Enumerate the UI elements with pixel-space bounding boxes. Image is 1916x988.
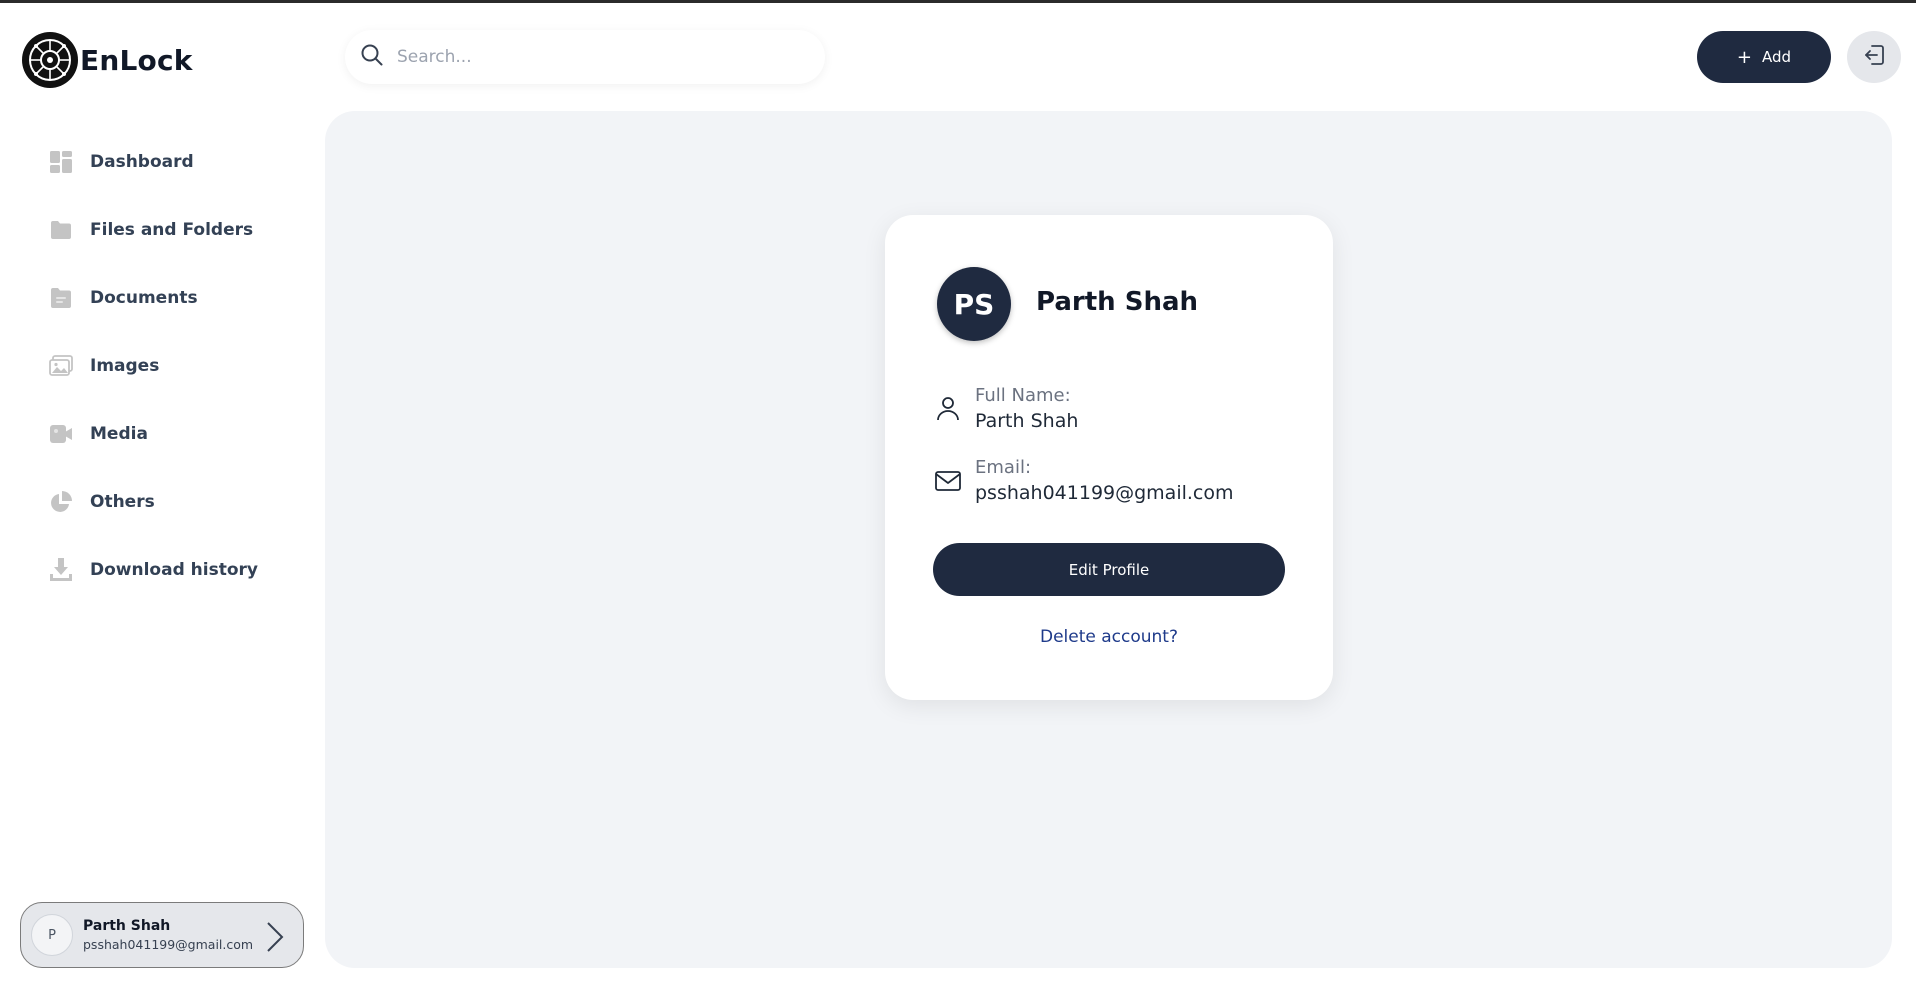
folder-icon (48, 217, 74, 243)
email-info: Email: psshah041199@gmail.com (975, 457, 1234, 504)
sidebar-item-label: Files and Folders (90, 220, 254, 240)
user-profile-card[interactable]: P Parth Shah psshah041199@gmail.com (20, 902, 304, 968)
full-name-row: Full Name: Parth Shah (933, 385, 1078, 432)
sidebar-item-label: Media (90, 424, 148, 444)
user-icon (933, 394, 963, 424)
search-icon (361, 44, 383, 70)
brand[interactable]: EnLock (22, 32, 193, 88)
chevron-right-icon (265, 921, 285, 957)
main-content: PS Parth Shah Full Name: Parth Shah Emai… (325, 111, 1892, 968)
search-input[interactable] (397, 47, 777, 67)
full-name-value: Parth Shah (975, 410, 1079, 432)
sidebar: EnLock Dashboard Files and Folders Docum… (0, 0, 325, 988)
edit-profile-button[interactable]: Edit Profile (933, 543, 1285, 596)
sidebar-item-label: Images (90, 356, 160, 376)
delete-account-link[interactable]: Delete account? (885, 627, 1333, 647)
sidebar-item-dashboard[interactable]: Dashboard (48, 128, 308, 196)
email-row: Email: psshah041199@gmail.com (933, 457, 1234, 504)
user-email: psshah041199@gmail.com (83, 937, 254, 952)
search-bar (345, 30, 825, 84)
sidebar-item-download-history[interactable]: Download history (48, 536, 308, 604)
brand-name: EnLock (80, 43, 193, 77)
full-name-label: Full Name: (975, 385, 1071, 406)
image-icon (48, 353, 74, 379)
sidebar-nav: Dashboard Files and Folders Documents Im… (48, 128, 308, 604)
plus-icon: + (1736, 46, 1753, 68)
document-icon (48, 285, 74, 311)
profile-card: PS Parth Shah Full Name: Parth Shah Emai… (885, 215, 1333, 700)
logout-icon (1863, 44, 1885, 70)
user-info: Parth Shah psshah041199@gmail.com (83, 918, 253, 952)
video-icon (48, 421, 74, 447)
user-name: Parth Shah (83, 918, 171, 934)
profile-avatar: PS (937, 267, 1011, 341)
email-value: psshah041199@gmail.com (975, 482, 1234, 504)
mail-icon (933, 466, 963, 496)
pie-chart-icon (48, 489, 74, 515)
sidebar-item-media[interactable]: Media (48, 400, 308, 468)
dashboard-icon (48, 149, 74, 175)
email-label: Email: (975, 457, 1032, 478)
logout-button[interactable] (1847, 31, 1901, 83)
add-button-label: Add (1762, 48, 1792, 66)
sidebar-item-label: Dashboard (90, 152, 194, 172)
sidebar-item-images[interactable]: Images (48, 332, 308, 400)
profile-name: Parth Shah (1036, 287, 1199, 317)
sidebar-item-label: Documents (90, 288, 198, 308)
sidebar-item-label: Others (90, 492, 155, 512)
sidebar-item-others[interactable]: Others (48, 468, 308, 536)
add-button[interactable]: + Add (1697, 31, 1831, 83)
sidebar-item-files-and-folders[interactable]: Files and Folders (48, 196, 308, 264)
download-icon (48, 557, 74, 583)
sidebar-item-label: Download history (90, 560, 258, 580)
sidebar-item-documents[interactable]: Documents (48, 264, 308, 332)
full-name-info: Full Name: Parth Shah (975, 385, 1078, 432)
avatar: P (31, 914, 73, 956)
logo-icon (22, 32, 78, 88)
